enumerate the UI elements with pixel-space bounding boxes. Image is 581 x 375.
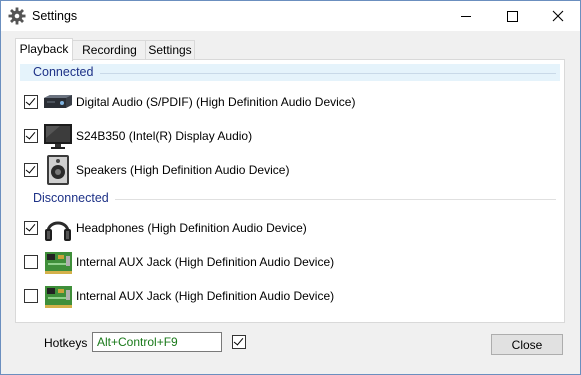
- device-checkbox[interactable]: [24, 221, 38, 235]
- group-label: Disconnected: [33, 191, 109, 205]
- monitor-icon: [44, 124, 72, 149]
- title-bar[interactable]: Settings: [1, 1, 580, 31]
- close-icon: [552, 10, 564, 22]
- device-row[interactable]: Speakers (High Definition Audio Device): [24, 154, 554, 186]
- circuit-board-icon: [45, 286, 72, 308]
- close-window-button[interactable]: [535, 1, 581, 31]
- hotkeys-checkbox[interactable]: [232, 335, 246, 349]
- tab-settings[interactable]: Settings: [145, 40, 195, 60]
- device-label: Digital Audio (S/PDIF) (High Definition …: [76, 95, 356, 109]
- window-title: Settings: [32, 9, 78, 23]
- group-label: Connected: [33, 65, 94, 79]
- tab-recording[interactable]: Recording: [72, 40, 147, 60]
- device-row[interactable]: Internal AUX Jack (High Definition Audio…: [24, 280, 554, 312]
- circuit-board-icon: [45, 252, 72, 274]
- device-label: Speakers (High Definition Audio Device): [76, 163, 290, 177]
- device-row[interactable]: Digital Audio (S/PDIF) (High Definition …: [24, 86, 554, 118]
- device-label: S24B350 (Intel(R) Display Audio): [76, 129, 253, 143]
- device-checkbox[interactable]: [24, 289, 38, 303]
- maximize-icon: [506, 10, 518, 22]
- tab-playback[interactable]: Playback: [15, 38, 73, 61]
- device-label: Headphones (High Definition Audio Device…: [76, 221, 307, 235]
- device-checkbox[interactable]: [24, 129, 38, 143]
- minimize-icon: [461, 15, 471, 17]
- hotkeys-label: Hotkeys: [44, 336, 88, 350]
- settings-window: Settings Playback Recording Settings Con…: [0, 0, 581, 375]
- group-divider: [115, 199, 556, 200]
- device-label: Internal AUX Jack (High Definition Audio…: [76, 255, 335, 269]
- device-row[interactable]: Headphones (High Definition Audio Device…: [24, 212, 554, 244]
- device-row[interactable]: Internal AUX Jack (High Definition Audio…: [24, 246, 554, 278]
- close-button[interactable]: Close: [491, 334, 563, 355]
- headphones-icon: [45, 221, 71, 241]
- device-row[interactable]: S24B350 (Intel(R) Display Audio): [24, 120, 554, 152]
- speaker-icon: [47, 155, 69, 185]
- device-checkbox[interactable]: [24, 95, 38, 109]
- gear-icon: [8, 7, 26, 25]
- minimize-button[interactable]: [443, 1, 489, 31]
- maximize-button[interactable]: [489, 1, 535, 31]
- hotkeys-input[interactable]: [92, 332, 222, 352]
- device-checkbox[interactable]: [24, 163, 38, 177]
- device-label: Internal AUX Jack (High Definition Audio…: [76, 289, 335, 303]
- playback-panel: Connected Digital Audio (S/PDIF) (High D…: [15, 59, 565, 323]
- device-checkbox[interactable]: [24, 255, 38, 269]
- group-header-disconnected: Disconnected: [20, 190, 560, 207]
- group-divider: [100, 73, 556, 74]
- group-header-connected: Connected: [20, 64, 560, 81]
- digital-audio-icon: [44, 95, 72, 108]
